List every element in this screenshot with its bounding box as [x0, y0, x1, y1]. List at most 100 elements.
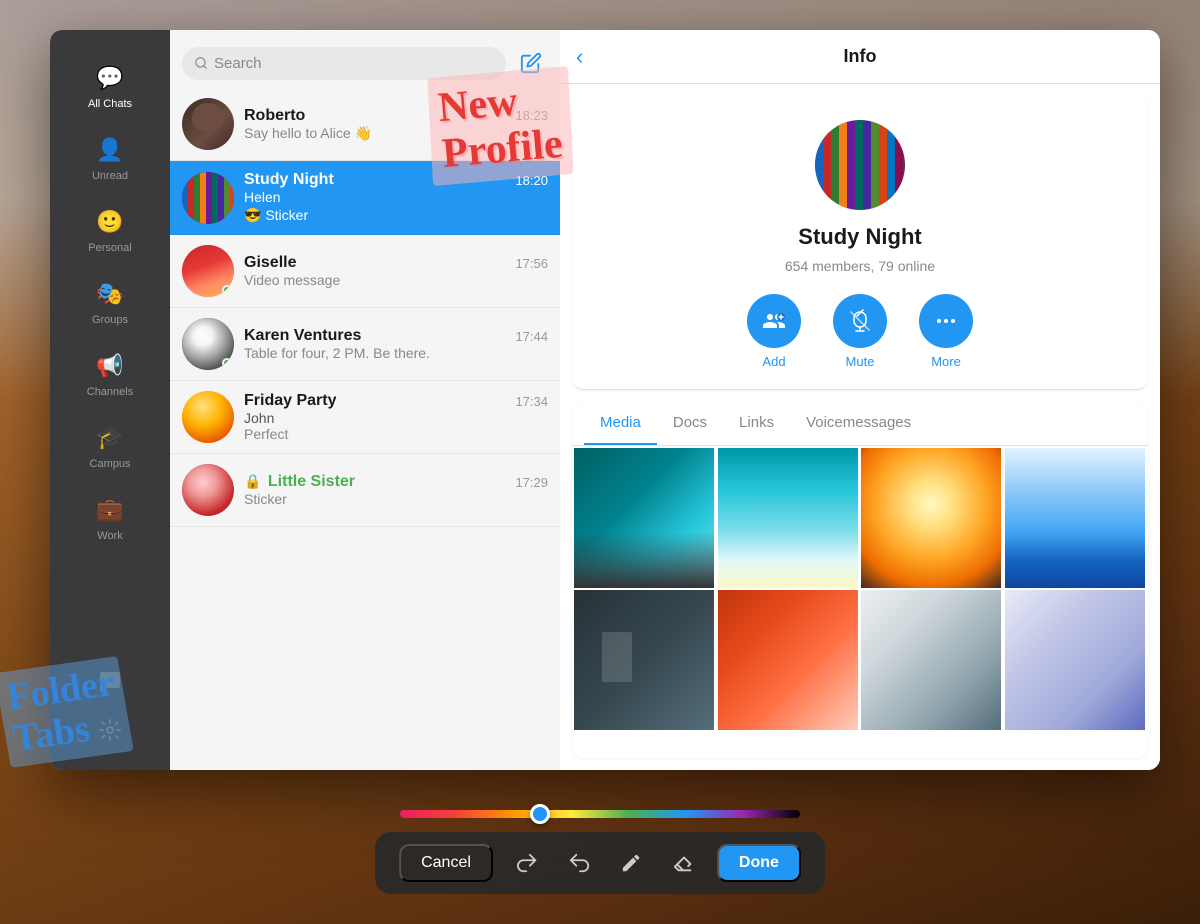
sidebar-item-channels[interactable]: 📢 Channels [50, 338, 170, 410]
group-members: 654 members, 79 online [785, 258, 935, 274]
media-thumb-5[interactable] [574, 590, 714, 730]
sidebar-label-all-chats: All Chats [88, 98, 132, 110]
action-add[interactable]: Add [747, 294, 801, 369]
mute-circle [833, 294, 887, 348]
chat-name-roberto: Roberto [244, 107, 305, 125]
channels-icon: 📢 [94, 350, 126, 382]
chat-item-friday-party[interactable]: Friday Party 17:34 John Perfect [170, 381, 560, 454]
action-buttons: Add Mute [747, 294, 973, 369]
action-more[interactable]: More [919, 294, 973, 369]
media-thumb-1[interactable] [574, 448, 714, 588]
sidebar-label-groups: Groups [92, 314, 128, 326]
done-button[interactable]: Done [717, 844, 801, 882]
chat-sender-study-night: Helen [244, 189, 281, 205]
color-slider-container [400, 804, 800, 824]
mute-label: Mute [846, 354, 875, 369]
sidebar-label-channels: Channels [87, 386, 133, 398]
chat-name-little-sister: 🔒 Little Sister [244, 473, 355, 491]
groups-icon: 🎭 [94, 278, 126, 310]
group-avatar [815, 120, 905, 210]
chat-name-study-night: Study Night [244, 171, 334, 189]
bottom-toolbar: Cancel Done [375, 832, 825, 894]
sidebar-item-work[interactable]: 💼 Work [50, 482, 170, 554]
avatar-roberto [182, 98, 234, 150]
undo-button[interactable] [561, 845, 597, 881]
tab-docs[interactable]: Docs [657, 402, 723, 445]
avatar-karen [182, 318, 234, 370]
media-thumb-8[interactable] [1005, 590, 1145, 730]
group-avatar-books [815, 120, 905, 210]
tab-media[interactable]: Media [584, 402, 657, 445]
chat-preview-study-night: 😎 Sticker [244, 207, 548, 224]
chat-time-little-sister: 17:29 [515, 475, 548, 490]
add-circle [747, 294, 801, 348]
media-tabs: Media Docs Links Voicemessages [572, 402, 1148, 446]
redo-button[interactable] [509, 845, 545, 881]
cancel-button[interactable]: Cancel [399, 844, 493, 882]
sidebar-item-groups[interactable]: 🎭 Groups [50, 266, 170, 338]
back-button[interactable]: ‹ [576, 44, 583, 70]
sidebar: 💬 All Chats 👤 Unread 🙂 Personal 🎭 Groups… [50, 30, 170, 770]
chat-name-friday-party: Friday Party [244, 392, 336, 410]
chat-info-roberto: Roberto 18:23 Say hello to Alice 👋 [244, 107, 548, 142]
personal-icon: 🙂 [94, 206, 126, 238]
sidebar-bottom [50, 662, 170, 760]
sidebar-item-unread[interactable]: 👤 Unread [50, 122, 170, 194]
media-thumb-2[interactable] [718, 448, 858, 588]
media-thumb-3[interactable] [861, 448, 1001, 588]
chat-preview-roberto: Say hello to Alice 👋 [244, 125, 548, 142]
color-slider-thumb[interactable] [530, 804, 550, 824]
action-mute[interactable]: Mute [833, 294, 887, 369]
chat-list-header: Search [170, 30, 560, 88]
search-bar[interactable]: Search [182, 47, 506, 80]
chat-info-friday-party: Friday Party 17:34 John Perfect [244, 392, 548, 442]
chat-list-panel: Search Roberto 18:23 [170, 30, 560, 770]
app-window: 💬 All Chats 👤 Unread 🙂 Personal 🎭 Groups… [50, 30, 1160, 770]
avatar-giselle [182, 245, 234, 297]
search-placeholder: Search [214, 55, 494, 72]
chat-preview-friday-party: Perfect [244, 426, 548, 442]
add-label: Add [762, 354, 785, 369]
sidebar-label-work: Work [97, 530, 122, 542]
media-grid [572, 446, 1148, 732]
chat-item-study-night[interactable]: Study Night 18:20 Helen 😎 Sticker [170, 161, 560, 235]
chat-item-roberto[interactable]: Roberto 18:23 Say hello to Alice 👋 [170, 88, 560, 161]
eraser-icon[interactable] [665, 845, 701, 881]
compose-sidebar-icon[interactable] [90, 662, 130, 702]
all-chats-icon: 💬 [94, 62, 126, 94]
group-name: Study Night [798, 224, 921, 250]
chat-preview-little-sister: Sticker [244, 491, 548, 507]
info-header: ‹ Info [560, 30, 1160, 84]
chat-info-giselle: Giselle 17:56 Video message [244, 254, 548, 288]
sidebar-item-personal[interactable]: 🙂 Personal [50, 194, 170, 266]
chat-preview-karen: Table for four, 2 PM. Be there. [244, 345, 548, 361]
media-thumb-7[interactable] [861, 590, 1001, 730]
chat-info-study-night: Study Night 18:20 Helen 😎 Sticker [244, 171, 548, 224]
media-thumb-4[interactable] [1005, 448, 1145, 588]
chat-items-list: Roberto 18:23 Say hello to Alice 👋 Study… [170, 88, 560, 770]
chat-item-little-sister[interactable]: 🔒 Little Sister 17:29 Sticker [170, 454, 560, 527]
chat-name-giselle: Giselle [244, 254, 296, 272]
chat-info-karen: Karen Ventures 17:44 Table for four, 2 P… [244, 327, 548, 361]
sidebar-item-campus[interactable]: 🎓 Campus [50, 410, 170, 482]
chat-time-karen: 17:44 [515, 329, 548, 344]
chat-name-karen: Karen Ventures [244, 327, 361, 345]
sidebar-item-all-chats[interactable]: 💬 All Chats [50, 50, 170, 122]
avatar-friday-party [182, 391, 234, 443]
chat-item-karen[interactable]: Karen Ventures 17:44 Table for four, 2 P… [170, 308, 560, 381]
chat-info-little-sister: 🔒 Little Sister 17:29 Sticker [244, 473, 548, 507]
media-thumb-6[interactable] [718, 590, 858, 730]
chat-sender-friday-party: John [244, 410, 548, 426]
chat-item-giselle[interactable]: Giselle 17:56 Video message [170, 235, 560, 308]
brush-icon[interactable] [613, 845, 649, 881]
tab-links[interactable]: Links [723, 402, 790, 445]
chat-time-friday-party: 17:34 [515, 394, 548, 409]
color-slider-track[interactable] [400, 810, 800, 818]
settings-icon[interactable] [90, 710, 130, 750]
more-label: More [931, 354, 961, 369]
sidebar-label-campus: Campus [90, 458, 131, 470]
media-section: Media Docs Links Voicemessages [572, 402, 1148, 758]
profile-section: Study Night 654 members, 79 online Add [572, 96, 1148, 390]
compose-button[interactable] [514, 46, 548, 80]
tab-voicemessages[interactable]: Voicemessages [790, 402, 927, 445]
